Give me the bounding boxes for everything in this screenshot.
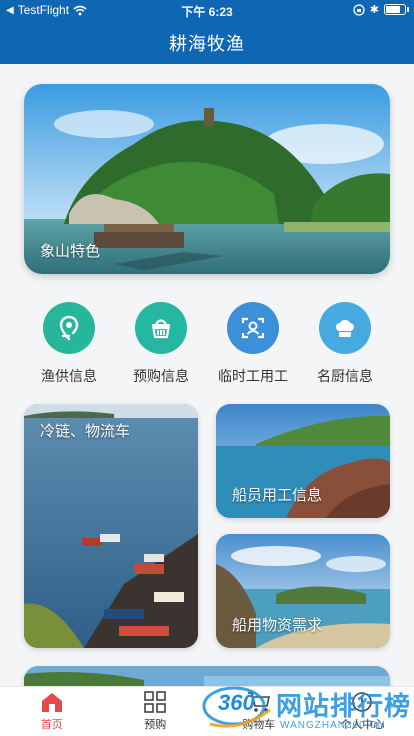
- tab-presale[interactable]: 预购: [104, 687, 208, 736]
- face-scan-icon: [227, 302, 279, 354]
- menu-label: 预购信息: [133, 368, 189, 384]
- status-bar: ◀ TestFlight 下午 6:23 ✱: [0, 0, 414, 20]
- watermark-text: 网站排行榜: [276, 691, 412, 721]
- menu-label: 名厨信息: [317, 368, 373, 384]
- home-icon: [41, 693, 62, 712]
- menu-temp-worker[interactable]: 临时工用工: [208, 302, 298, 392]
- status-right: ✱: [353, 3, 409, 16]
- location-pin-icon: [43, 302, 95, 354]
- hero-banner[interactable]: 象山特色: [24, 84, 390, 274]
- menu-fishery-supply[interactable]: 渔供信息: [24, 302, 114, 392]
- tab-label: 首页: [40, 719, 63, 731]
- card-logistics-title: 冷链、物流车: [40, 423, 131, 440]
- page-title: 耕海牧渔: [169, 34, 245, 54]
- top-bar: ◀ TestFlight 下午 6:23 ✱ 耕海牧渔: [0, 0, 414, 64]
- watermark: 360 网站排行榜 WANGZHAN360.CN: [200, 680, 414, 736]
- bluetooth-icon: ✱: [369, 4, 379, 16]
- chef-hat-icon: [319, 302, 371, 354]
- watermark-url: WANGZHAN360.CN: [280, 720, 386, 731]
- hero-caption: 象山特色: [40, 243, 101, 260]
- tab-home[interactable]: 首页: [0, 687, 104, 736]
- card-supplies[interactable]: 船用物资需求: [216, 534, 390, 648]
- battery-icon: [384, 4, 409, 15]
- card-supplies-title: 船用物资需求: [232, 617, 323, 634]
- rotation-lock-icon: [353, 3, 365, 16]
- card-crew-title: 船员用工信息: [232, 487, 323, 504]
- watermark-brand: 360: [218, 690, 255, 715]
- grid-icon: [144, 691, 167, 713]
- card-logistics[interactable]: 冷链、物流车: [24, 404, 198, 648]
- tab-label: 预购: [144, 719, 167, 731]
- menu-label: 临时工用工: [218, 368, 288, 384]
- menu-presale[interactable]: 预购信息: [116, 302, 206, 392]
- basket-icon: [135, 302, 187, 354]
- menu-label: 渔供信息: [41, 368, 97, 384]
- card-crew[interactable]: 船员用工信息: [216, 404, 390, 518]
- quick-menu: 渔供信息 预购信息 临时工用工 名厨信息: [24, 302, 390, 392]
- menu-chef[interactable]: 名厨信息: [300, 302, 390, 392]
